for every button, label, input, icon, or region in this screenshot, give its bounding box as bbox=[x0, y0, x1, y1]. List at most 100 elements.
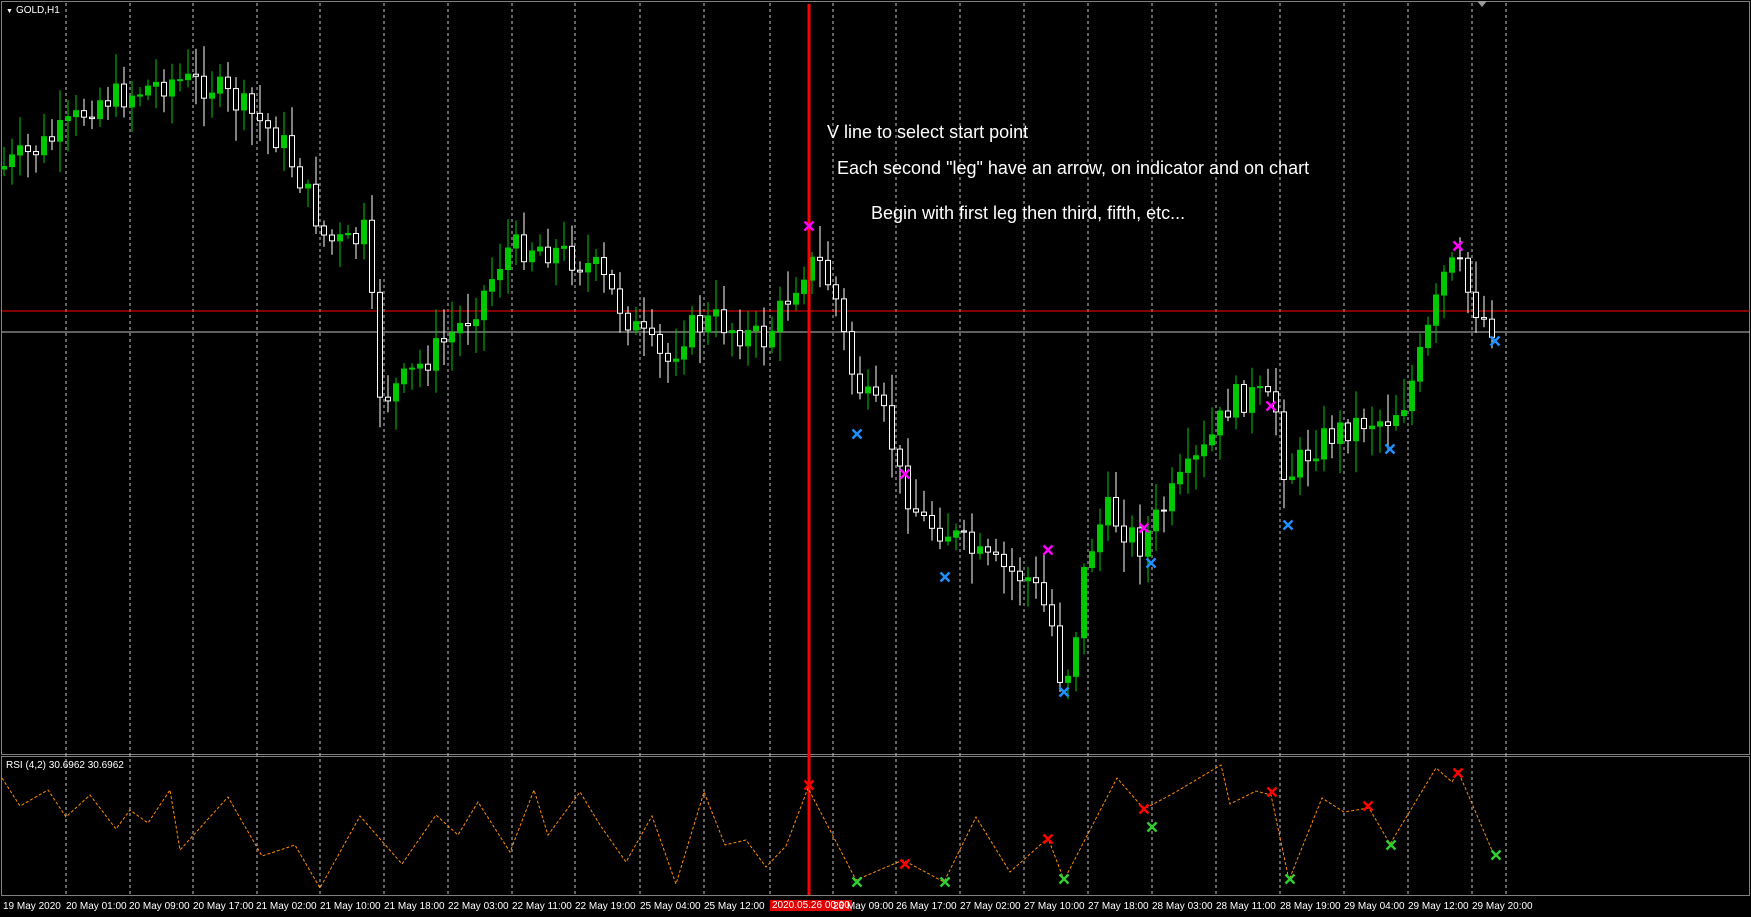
candle-body bbox=[969, 531, 975, 554]
candle-body bbox=[57, 120, 63, 142]
candle-body bbox=[305, 183, 311, 189]
candle-body bbox=[1001, 553, 1007, 568]
candle-body bbox=[265, 120, 271, 129]
rsi-top-marker-icon bbox=[1138, 803, 1150, 815]
candle-body bbox=[961, 530, 967, 533]
candle-body bbox=[9, 154, 15, 168]
time-label: 20 May 09:00 bbox=[129, 901, 190, 912]
chart-shift-marker-icon[interactable] bbox=[1477, 1, 1487, 7]
candle-body bbox=[1113, 497, 1119, 527]
candle-body bbox=[681, 346, 687, 360]
candle-body bbox=[321, 225, 327, 236]
candle-body bbox=[185, 73, 191, 81]
time-label: 29 May 04:00 bbox=[1344, 901, 1405, 912]
candle-body bbox=[785, 300, 791, 305]
candle-body bbox=[481, 290, 487, 321]
candle-body bbox=[1289, 476, 1295, 480]
candle-body bbox=[1401, 410, 1407, 417]
candle-body bbox=[1097, 524, 1103, 553]
candle-body bbox=[1265, 386, 1271, 393]
candle-body bbox=[1177, 471, 1183, 485]
chart-annotation-1: V line to select start point bbox=[827, 122, 1029, 142]
candle-body bbox=[769, 330, 775, 348]
candle-body bbox=[1385, 421, 1391, 427]
candle-body bbox=[65, 116, 71, 122]
triangle-down-icon[interactable]: ▼ bbox=[6, 8, 13, 15]
symbol-title: ▼ GOLD,H1 bbox=[6, 5, 60, 16]
rsi-bottom-marker-icon bbox=[1490, 849, 1502, 861]
candle-body bbox=[1305, 449, 1311, 462]
candle-body bbox=[457, 322, 463, 334]
candle-body bbox=[393, 383, 399, 402]
candle-body bbox=[897, 448, 903, 467]
candle-body bbox=[1241, 384, 1247, 413]
candle-body bbox=[1, 166, 7, 170]
time-label: 29 May 20:00 bbox=[1472, 901, 1533, 912]
candle-body bbox=[1369, 425, 1375, 430]
candle-body bbox=[17, 145, 23, 156]
candle-body bbox=[521, 234, 527, 263]
candle-body bbox=[1065, 675, 1071, 683]
candle-body bbox=[345, 232, 351, 236]
time-label: 27 May 02:00 bbox=[960, 901, 1021, 912]
candle-body bbox=[953, 530, 959, 538]
candle-body bbox=[777, 300, 783, 332]
candle-body bbox=[369, 219, 375, 293]
time-label: 27 May 10:00 bbox=[1024, 901, 1085, 912]
candle-body bbox=[1033, 577, 1039, 584]
candle-body bbox=[1089, 551, 1095, 569]
candle-body bbox=[729, 330, 735, 334]
candle-body bbox=[641, 321, 647, 329]
candle-body bbox=[937, 527, 943, 542]
candle-body bbox=[1049, 604, 1055, 627]
candle-body bbox=[881, 394, 887, 407]
candle-body bbox=[705, 315, 711, 333]
time-label: 21 May 18:00 bbox=[384, 901, 445, 912]
candle-body bbox=[1041, 582, 1047, 606]
candle-body bbox=[193, 73, 199, 77]
time-label: 27 May 18:00 bbox=[1088, 901, 1149, 912]
candle-body bbox=[337, 234, 343, 242]
candle-body bbox=[385, 396, 391, 402]
candle-body bbox=[1337, 422, 1343, 444]
candle-body bbox=[281, 135, 287, 149]
candle-body bbox=[577, 269, 583, 273]
rsi-bottom-marker-icon bbox=[1058, 873, 1070, 885]
time-label: 21 May 02:00 bbox=[256, 901, 317, 912]
candle-body bbox=[201, 75, 207, 99]
candle-body bbox=[1457, 257, 1463, 260]
candle-body bbox=[529, 250, 535, 263]
rsi-top-marker-icon bbox=[1452, 767, 1464, 779]
candle-body bbox=[617, 288, 623, 314]
candle-body bbox=[985, 546, 991, 553]
candle-body bbox=[1073, 637, 1079, 677]
candle-body bbox=[753, 325, 759, 332]
candle-body bbox=[417, 363, 423, 369]
candle-body bbox=[49, 136, 55, 142]
chart-window[interactable]: ▼ GOLD,H1 RSI (4,2) 30.6962 30.6962 V lin… bbox=[0, 0, 1751, 917]
candle-body bbox=[249, 93, 255, 114]
candle-body bbox=[433, 338, 439, 371]
candle-body bbox=[873, 386, 879, 396]
candle-body bbox=[609, 274, 615, 290]
candle-body bbox=[1057, 625, 1063, 683]
symbol-title-text: GOLD,H1 bbox=[15, 5, 60, 16]
rsi-bottom-marker-icon bbox=[1146, 821, 1158, 833]
candle-body bbox=[673, 358, 679, 362]
candle-body bbox=[505, 247, 511, 271]
candle-body bbox=[1209, 434, 1215, 446]
candle-body bbox=[353, 232, 359, 245]
time-label: 28 May 11:00 bbox=[1216, 901, 1276, 912]
candle-body bbox=[377, 291, 383, 398]
candle-body bbox=[361, 219, 367, 245]
candle-body bbox=[1153, 509, 1159, 532]
candle-body bbox=[1377, 421, 1383, 427]
time-label: 20 May 01:00 bbox=[66, 901, 127, 912]
candle-body bbox=[1201, 444, 1207, 457]
candle-body bbox=[129, 95, 135, 108]
candle-body bbox=[745, 330, 751, 347]
candle-body bbox=[401, 368, 407, 385]
candle-body bbox=[689, 315, 695, 348]
candle-body bbox=[889, 405, 895, 450]
candle-body bbox=[1233, 384, 1239, 418]
